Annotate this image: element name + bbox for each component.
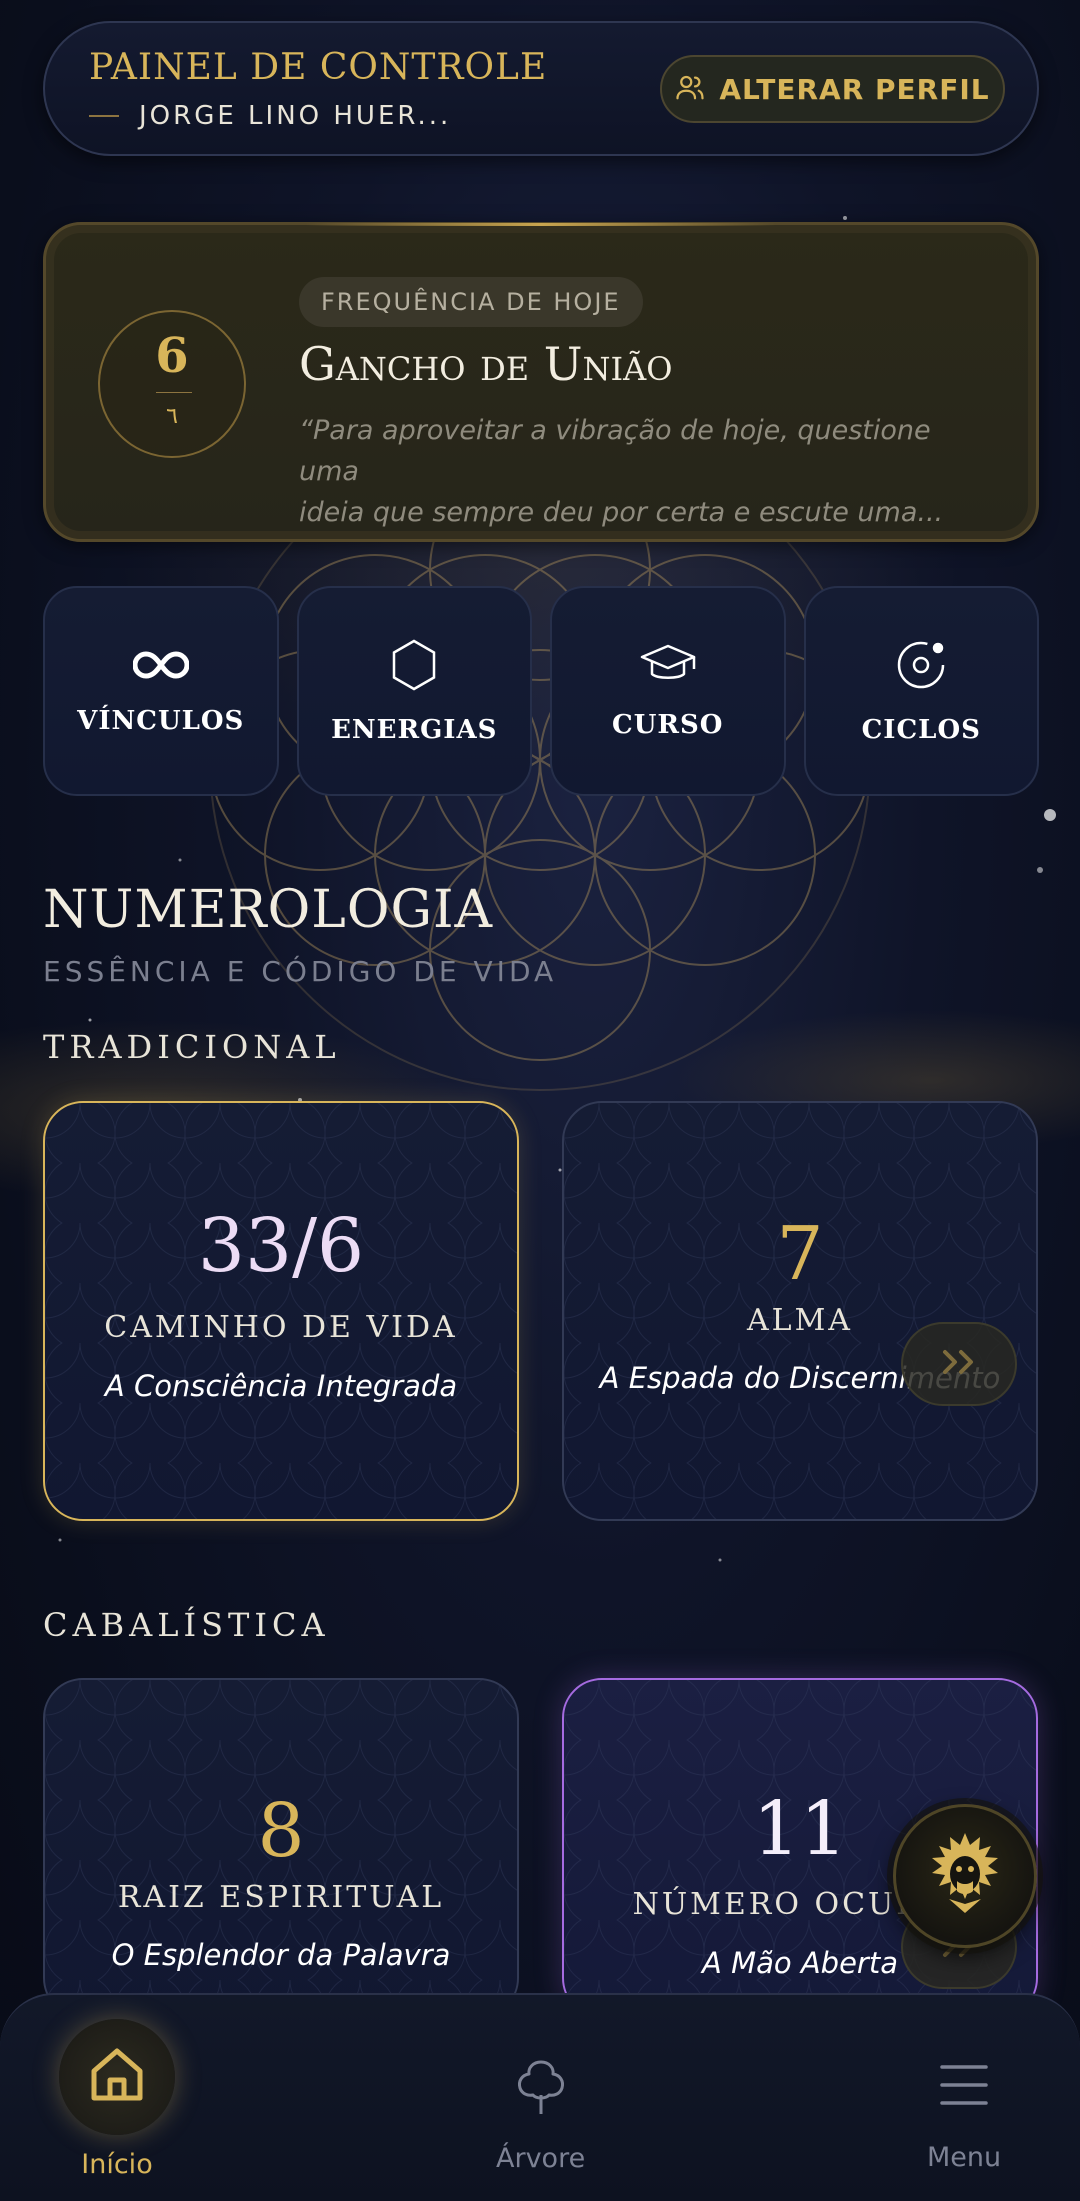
orbit-icon	[894, 638, 948, 697]
spiritual-root-desc: O Esplendor da Palavra	[111, 1938, 451, 1972]
chevrons-right-icon	[941, 1347, 977, 1382]
spirit-guide-icon	[923, 1829, 1007, 1924]
infinity-icon	[132, 647, 190, 688]
next-button[interactable]	[901, 1322, 1017, 1406]
nav-tree-label: Árvore	[496, 2143, 586, 2174]
life-path-label: CAMINHO DE VIDA	[104, 1310, 458, 1345]
home-icon	[88, 2046, 146, 2109]
life-path-number: 33/6	[197, 1203, 365, 1289]
frequency-number: 6	[155, 328, 189, 384]
section-subtitle: ESSÊNCIA E CÓDIGO DE VIDA	[43, 955, 558, 988]
frequency-quote: “Para aproveitar a vibração de hoje, que…	[299, 410, 999, 533]
nav-home-highlight	[59, 2019, 175, 2135]
user-name: JORGE LINO HUER...	[139, 101, 452, 131]
frequency-pill-label: FREQUÊNCIA DE HOJE	[321, 288, 621, 316]
hexagon-icon	[389, 638, 439, 697]
tile-label: VÍNCULOS	[77, 705, 245, 736]
tile-ciclos[interactable]: CICLOS	[803, 586, 1039, 796]
spiritual-root-number: 8	[257, 1788, 305, 1874]
header-title: PAINEL DE CONTROLE	[89, 47, 548, 88]
change-profile-button[interactable]: ALTERAR PERFIL	[660, 55, 1005, 123]
bottom-navigation: Início Árvore Menu	[0, 1993, 1080, 2201]
frequency-sub-number: ٦	[166, 404, 178, 429]
card-spiritual-root[interactable]: 8 RAIZ ESPIRITUAL O Esplendor da Palavra	[43, 1678, 519, 2018]
change-profile-label: ALTERAR PERFIL	[719, 72, 990, 106]
badge-divider	[156, 392, 192, 393]
life-path-desc: A Consciência Integrada	[104, 1369, 458, 1403]
user-name-row: JORGE LINO HUER...	[89, 101, 451, 131]
users-icon	[675, 72, 705, 107]
tile-label: CURSO	[612, 709, 724, 740]
tile-energias[interactable]: ENERGIAS	[296, 586, 532, 796]
tree-icon	[516, 2058, 566, 2121]
nav-home-label: Início	[81, 2149, 153, 2180]
quick-actions: VÍNCULOS ENERGIAS CURSO CICLOS	[43, 586, 1039, 796]
tile-curso[interactable]: CURSO	[550, 586, 786, 796]
quote-line-2: ideia que sempre deu por certa e escute …	[299, 497, 944, 528]
card-glow	[306, 223, 776, 226]
nav-menu[interactable]: Menu	[927, 2063, 1001, 2173]
divider	[89, 115, 119, 117]
tile-label: CICLOS	[861, 714, 981, 745]
spiritual-root-label: RAIZ ESPIRITUAL	[117, 1880, 445, 1915]
card-life-path[interactable]: 33/6 CAMINHO DE VIDA A Consciência Integ…	[43, 1101, 519, 1521]
quote-line-1: “Para aproveitar a vibração de hoje, que…	[299, 415, 931, 487]
nav-home[interactable]: Início	[59, 2019, 175, 2180]
tile-vinculos[interactable]: VÍNCULOS	[43, 586, 279, 796]
menu-icon	[939, 2063, 989, 2112]
group-label-kabbalistic: CABALÍSTICA	[43, 1606, 330, 1644]
section-title: NUMEROLOGIA	[43, 880, 494, 940]
graduation-cap-icon	[640, 643, 696, 692]
nav-tree[interactable]: Árvore	[496, 2058, 585, 2174]
daily-frequency-card[interactable]: 6 ٦ FREQUÊNCIA DE HOJE Gancho de União “…	[43, 222, 1039, 542]
frequency-title: Gancho de União	[299, 337, 673, 391]
card-soul[interactable]: 7 ALMA A Espada do Discernimento	[562, 1101, 1038, 1521]
spirit-guide-button[interactable]	[893, 1804, 1037, 1948]
group-label-traditional: TRADICIONAL	[43, 1028, 341, 1066]
frequency-pill: FREQUÊNCIA DE HOJE	[299, 277, 643, 327]
nav-menu-label: Menu	[927, 2142, 1002, 2173]
dashboard-header: PAINEL DE CONTROLE JORGE LINO HUER... AL…	[43, 21, 1039, 156]
soul-number: 7	[776, 1211, 824, 1297]
tile-label: ENERGIAS	[331, 714, 498, 745]
frequency-number-badge: 6 ٦	[98, 310, 246, 458]
